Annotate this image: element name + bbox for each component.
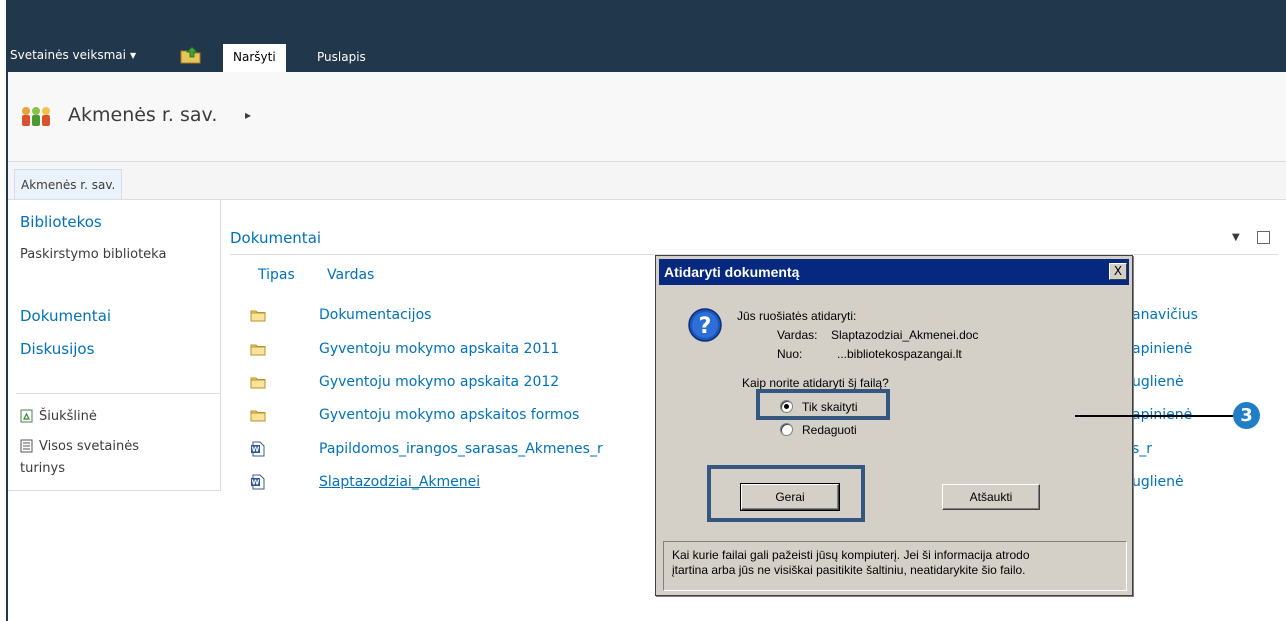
site-title[interactable]: Akmenės r. sav.: [68, 104, 217, 126]
word-document-icon: W: [250, 474, 266, 490]
all-content-icon: [20, 439, 33, 453]
dialog-title: Atidaryti dokumentą: [664, 264, 800, 280]
cancel-button[interactable]: Atšaukti: [942, 484, 1040, 510]
quicklaunch-distribution-library[interactable]: Paskirstymo biblioteka: [20, 247, 166, 262]
site-actions-menu[interactable]: Svetainės veiksmai ▼: [10, 48, 136, 62]
folder-icon: [250, 341, 266, 357]
folder-icon: [250, 407, 266, 423]
list-row[interactable]: W Papildomos_irangos_sarasas_Akmenes_r: [250, 441, 670, 461]
open-mode-question: Kaip norite atidaryti šį failą?: [742, 376, 889, 390]
list-row[interactable]: Gyventoju mokymo apskaita 2012: [250, 374, 670, 394]
dialog-titlebar[interactable]: Atidaryti dokumentą X: [659, 259, 1129, 285]
tab-page[interactable]: Puslapis: [307, 44, 376, 72]
callout-badge: 3: [1233, 402, 1260, 429]
svg-text:W: W: [252, 446, 260, 454]
navigate-up-icon[interactable]: [180, 46, 202, 64]
row-name-link[interactable]: Gyventoju mokymo apskaitos formos: [319, 407, 579, 423]
column-header-type[interactable]: Tipas: [258, 267, 295, 283]
list-row[interactable]: Gyventoju mokymo apskaitos formos: [250, 407, 670, 427]
file-source-label: Nuo:: [777, 347, 803, 361]
quicklaunch-discussions[interactable]: Diskusijos: [20, 340, 94, 358]
quicklaunch-divider: [16, 393, 221, 394]
highlight-read-only: [756, 389, 890, 420]
callout-line: [1075, 415, 1233, 417]
dialog-intro: Jūs ruošiatės atidaryti:: [737, 309, 857, 323]
top-link-bar: Akmenės r. sav.: [8, 162, 1286, 200]
recycle-bin-icon: [20, 409, 33, 423]
title-area: Akmenės r. sav. ▸: [8, 72, 1286, 162]
row-name-link[interactable]: Slaptazodziai_Akmenei: [319, 474, 480, 490]
site-logo-icon: [22, 107, 50, 126]
list-row[interactable]: Gyventoju mokymo apskaita 2011: [250, 341, 670, 361]
warning-line-2: įtartina arba jūs ne visiškai pasitikite…: [672, 563, 1026, 577]
question-icon: ?: [688, 308, 722, 342]
row-author-link[interactable]: anavičius: [1132, 307, 1198, 323]
open-document-dialog: Atidaryti dokumentą X ? Jūs ruošiatės at…: [655, 255, 1133, 596]
security-warning: Kai kurie failai gali pažeisti jūsų komp…: [663, 541, 1127, 591]
column-header-name[interactable]: Vardas: [327, 267, 374, 283]
quicklaunch-recycle-bin[interactable]: Šiukšlinė: [20, 409, 97, 424]
word-document-icon: W: [250, 441, 266, 457]
row-author-link[interactable]: apinienė: [1132, 341, 1192, 357]
quicklaunch-documents[interactable]: Dokumentai: [20, 307, 111, 325]
warning-line-1: Kai kurie failai gali pažeisti jūsų komp…: [672, 548, 1030, 562]
row-name-link[interactable]: Gyventoju mokymo apskaita 2012: [319, 374, 559, 390]
quick-launch: Bibliotekos Paskirstymo biblioteka Dokum…: [8, 200, 221, 491]
chevron-down-icon: ▼: [129, 50, 137, 60]
file-name-value: Slaptazodziai_Akmenei.doc: [831, 328, 979, 342]
highlight-ok-button: [707, 465, 865, 522]
quicklaunch-libraries[interactable]: Bibliotekos: [20, 213, 102, 231]
file-name-label: Vardas:: [777, 328, 818, 342]
all-content-label: Visos svetainės: [39, 439, 140, 454]
close-button[interactable]: X: [1109, 263, 1127, 280]
recycle-bin-label: Šiukšlinė: [39, 409, 97, 424]
row-name-link[interactable]: Dokumentacijos: [319, 307, 431, 323]
list-row[interactable]: Dokumentacijos: [250, 307, 670, 327]
list-title[interactable]: Dokumentai: [230, 229, 321, 247]
svg-text:W: W: [252, 479, 260, 487]
row-name-link[interactable]: Papildomos_irangos_sarasas_Akmenes_r: [319, 441, 603, 457]
edit-label[interactable]: Redaguoti: [802, 423, 857, 437]
breadcrumb-arrow-icon[interactable]: ▸: [245, 108, 251, 122]
select-all-checkbox[interactable]: [1257, 231, 1270, 244]
folder-icon: [250, 374, 266, 390]
row-name-link[interactable]: Gyventoju mokymo apskaita 2011: [319, 341, 559, 357]
all-content-label-line2[interactable]: turinys: [20, 461, 65, 476]
site-actions-label: Svetainės veiksmai: [10, 48, 126, 62]
svg-text:?: ?: [699, 314, 712, 339]
edit-radio[interactable]: [780, 423, 793, 436]
tab-browse[interactable]: Naršyti: [223, 44, 286, 74]
row-author-link[interactable]: uglienė: [1132, 374, 1184, 390]
file-source-value: ...bibliotekospazangai.lt: [837, 347, 962, 361]
row-author-link[interactable]: uglienė: [1132, 474, 1184, 490]
row-author-link[interactable]: s_r: [1132, 441, 1152, 457]
list-menu-chevron-icon[interactable]: ▼: [1232, 232, 1240, 243]
ribbon: Svetainės veiksmai ▼ Naršyti Puslapis: [8, 0, 1286, 74]
quicklaunch-all-content[interactable]: Visos svetainės: [20, 439, 139, 454]
folder-icon: [250, 307, 266, 323]
list-row[interactable]: W Slaptazodziai_Akmenei: [250, 474, 670, 494]
top-link-home[interactable]: Akmenės r. sav.: [14, 169, 123, 199]
